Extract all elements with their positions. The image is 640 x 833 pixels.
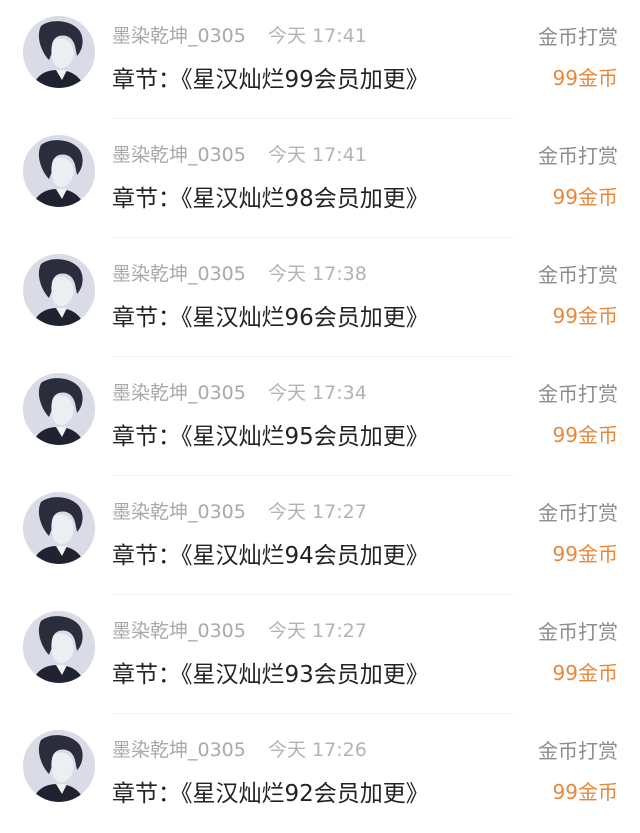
username: 墨染乾坤_0305: [112, 620, 246, 642]
tip-amount: 99金币: [552, 423, 618, 447]
timestamp: 今天 17:27: [268, 620, 367, 642]
tip-amount: 99金币: [552, 66, 618, 90]
avatar-portrait: [23, 373, 95, 445]
tip-type-label: 金币打赏: [538, 144, 618, 168]
timestamp: 今天 17:26: [268, 739, 367, 761]
chapter-title: 章节：《星汉灿烂99会员加更》: [112, 67, 429, 93]
tip-amount: 99金币: [552, 185, 618, 209]
avatar-portrait: [23, 254, 95, 326]
username: 墨染乾坤_0305: [112, 382, 246, 404]
tip-amount: 99金币: [552, 542, 618, 566]
username: 墨染乾坤_0305: [112, 263, 246, 285]
tip-record-row[interactable]: 墨染乾坤_0305 今天 17:38 章节：《星汉灿烂96会员加更》 金币打赏 …: [0, 238, 640, 357]
timestamp: 今天 17:34: [268, 382, 367, 404]
avatar-portrait: [23, 730, 95, 802]
timestamp: 今天 17:41: [268, 144, 367, 166]
tip-type-label: 金币打赏: [538, 263, 618, 287]
tip-type-label: 金币打赏: [538, 501, 618, 525]
user-avatar-icon[interactable]: [23, 254, 95, 326]
tip-record-row[interactable]: 墨染乾坤_0305 今天 17:41 章节：《星汉灿烂98会员加更》 金币打赏 …: [0, 119, 640, 238]
avatar-portrait: [23, 492, 95, 564]
tip-record-list: 墨染乾坤_0305 今天 17:41 章节：《星汉灿烂99会员加更》 金币打赏 …: [0, 0, 640, 825]
chapter-title: 章节：《星汉灿烂94会员加更》: [112, 543, 429, 569]
user-avatar-icon[interactable]: [23, 373, 95, 445]
username: 墨染乾坤_0305: [112, 739, 246, 761]
chapter-title: 章节：《星汉灿烂92会员加更》: [112, 781, 429, 807]
username: 墨染乾坤_0305: [112, 144, 246, 166]
user-avatar-icon[interactable]: [23, 492, 95, 564]
user-avatar-icon[interactable]: [23, 135, 95, 207]
tip-record-row[interactable]: 墨染乾坤_0305 今天 17:34 章节：《星汉灿烂95会员加更》 金币打赏 …: [0, 357, 640, 476]
avatar-portrait: [23, 135, 95, 207]
tip-type-label: 金币打赏: [538, 25, 618, 49]
user-avatar-icon[interactable]: [23, 611, 95, 683]
chapter-title: 章节：《星汉灿烂98会员加更》: [112, 186, 429, 212]
tip-record-row[interactable]: 墨染乾坤_0305 今天 17:26 章节：《星汉灿烂92会员加更》 金币打赏 …: [0, 714, 640, 833]
timestamp: 今天 17:41: [268, 25, 367, 47]
avatar-portrait: [23, 611, 95, 683]
username: 墨染乾坤_0305: [112, 501, 246, 523]
username: 墨染乾坤_0305: [112, 25, 246, 47]
tip-type-label: 金币打赏: [538, 382, 618, 406]
tip-type-label: 金币打赏: [538, 620, 618, 644]
timestamp: 今天 17:38: [268, 263, 367, 285]
user-avatar-icon[interactable]: [23, 16, 95, 88]
chapter-title: 章节：《星汉灿烂93会员加更》: [112, 662, 429, 688]
tip-record-row[interactable]: 墨染乾坤_0305 今天 17:27 章节：《星汉灿烂93会员加更》 金币打赏 …: [0, 595, 640, 714]
chapter-title: 章节：《星汉灿烂95会员加更》: [112, 424, 429, 450]
tip-type-label: 金币打赏: [538, 739, 618, 763]
user-avatar-icon[interactable]: [23, 730, 95, 802]
tip-record-row[interactable]: 墨染乾坤_0305 今天 17:41 章节：《星汉灿烂99会员加更》 金币打赏 …: [0, 0, 640, 119]
tip-amount: 99金币: [552, 661, 618, 685]
tip-record-row[interactable]: 墨染乾坤_0305 今天 17:27 章节：《星汉灿烂94会员加更》 金币打赏 …: [0, 476, 640, 595]
avatar-portrait: [23, 16, 95, 88]
chapter-title: 章节：《星汉灿烂96会员加更》: [112, 305, 429, 331]
timestamp: 今天 17:27: [268, 501, 367, 523]
tip-amount: 99金币: [552, 780, 618, 804]
tip-amount: 99金币: [552, 304, 618, 328]
